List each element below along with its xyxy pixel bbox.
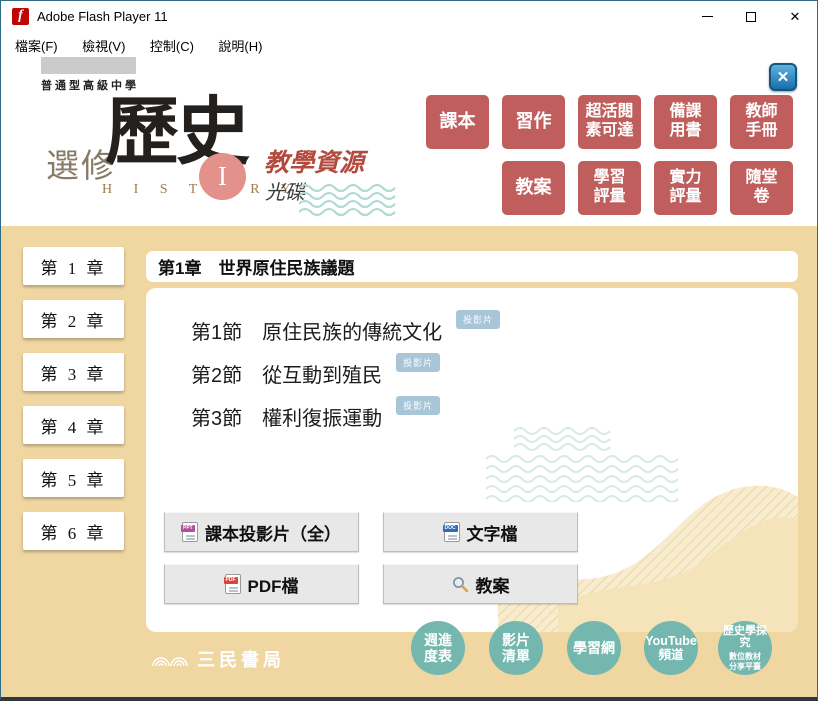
resource-button-learning-assessment[interactable]: 學習 評量: [578, 161, 641, 215]
section-number: 第3節: [191, 408, 242, 430]
youtube-channel-circle[interactable]: YouTube 頻道: [644, 621, 698, 675]
file-button-label: 課本投影片（全）: [205, 520, 341, 545]
section-item-3[interactable]: 第3節權利復振運動投影片: [191, 402, 440, 431]
circle-label: 歷史學探究: [718, 625, 772, 650]
sidebar-item-chapter-4[interactable]: 第 4 章: [23, 406, 124, 444]
lesson-plan-search-button[interactable]: 教案: [383, 564, 578, 604]
file-button-label: 教案: [476, 572, 510, 597]
section-title: 從互動到殖民: [262, 365, 382, 387]
resource-button-teacher-manual[interactable]: 教師 手冊: [730, 95, 793, 149]
section-number: 第2節: [191, 365, 242, 387]
flash-icon: f: [12, 8, 29, 25]
volume-badge: I: [199, 153, 246, 200]
maximize-button[interactable]: [729, 1, 773, 32]
section-item-2[interactable]: 第2節從互動到殖民投影片: [191, 359, 440, 388]
file-button-label: 文字檔: [467, 520, 518, 545]
menu-view[interactable]: 檢視(V): [72, 32, 135, 59]
close-icon: ✕: [790, 9, 801, 25]
circle-label: YouTube 頻道: [645, 634, 697, 663]
resource-button-reading[interactable]: 超活閱 素可達: [578, 95, 641, 149]
banner: 普通型高級中學 選修 歷史 H I S T O R Y I 教學資源 光碟 ✕ …: [1, 56, 817, 226]
history-inquiry-circle[interactable]: 歷史學探究 數位教材 分享平臺: [718, 621, 772, 675]
chapter-heading: 第1章 世界原住民族議題: [146, 251, 798, 282]
menu-control[interactable]: 控制(C): [140, 32, 204, 59]
wave-decoration-large: [486, 454, 681, 502]
ppt-file-icon: PPT: [182, 522, 198, 542]
sidebar-item-chapter-2[interactable]: 第 2 章: [23, 300, 124, 338]
search-icon: [452, 576, 469, 593]
circle-label: 學習網: [573, 640, 615, 656]
resource-button-workbook[interactable]: 習作: [502, 95, 565, 149]
resource-label-1: 教學資源: [264, 143, 364, 179]
menu-bar: 檔案(F) 檢視(V) 控制(C) 說明(H): [1, 32, 817, 56]
publisher-logo-placeholder: [41, 57, 136, 74]
slides-tag[interactable]: 投影片: [396, 353, 440, 372]
publisher-name: 三民書局: [197, 646, 285, 672]
sidebar-item-chapter-5[interactable]: 第 5 章: [23, 459, 124, 497]
minimize-button[interactable]: [685, 1, 729, 32]
window-title: Adobe Flash Player 11: [37, 9, 168, 24]
section-number: 第1節: [191, 322, 242, 344]
maximize-icon: [746, 12, 756, 22]
video-list-circle[interactable]: 影片 清單: [489, 621, 543, 675]
arches-icon: [151, 652, 191, 667]
circle-label: 週進 度表: [424, 632, 452, 664]
content-panel: 第1節原住民族的傳統文化投影片 第2節從互動到殖民投影片 第3節權利復振運動投影…: [146, 288, 798, 632]
resource-button-lesson-plan[interactable]: 教案: [502, 161, 565, 215]
learning-site-circle[interactable]: 學習網: [567, 621, 621, 675]
school-type-label: 普通型高級中學: [41, 77, 139, 93]
menu-help[interactable]: 說明(H): [208, 32, 272, 59]
dialog-close-button[interactable]: ✕: [769, 63, 797, 91]
resource-button-textbook[interactable]: 課本: [426, 95, 489, 149]
minimize-icon: [702, 16, 713, 17]
wave-decoration-small: [514, 426, 619, 452]
weekly-schedule-circle[interactable]: 週進 度表: [411, 621, 465, 675]
sidebar-item-chapter-1[interactable]: 第 1 章: [23, 247, 124, 285]
resource-button-quiz-sheet[interactable]: 隨堂 卷: [730, 161, 793, 215]
section-item-1[interactable]: 第1節原住民族的傳統文化投影片: [191, 316, 500, 345]
slides-tag[interactable]: 投影片: [396, 396, 440, 415]
flash-player-window: f Adobe Flash Player 11 ✕ 檔案(F) 檢視(V) 控制…: [0, 0, 818, 701]
text-file-button[interactable]: DOC 文字檔: [383, 512, 578, 552]
close-button[interactable]: ✕: [773, 1, 817, 32]
textbook-slides-button[interactable]: PPT 課本投影片（全）: [164, 512, 359, 552]
file-button-label: PDF檔: [248, 572, 299, 597]
sidebar-item-chapter-6[interactable]: 第 6 章: [23, 512, 124, 550]
section-title: 原住民族的傳統文化: [262, 322, 442, 344]
resource-button-prep-book[interactable]: 備課 用書: [654, 95, 717, 149]
title-bar: f Adobe Flash Player 11 ✕: [1, 1, 817, 32]
menu-file[interactable]: 檔案(F): [5, 32, 68, 59]
pdf-file-button[interactable]: PDF PDF檔: [164, 564, 359, 604]
slides-tag[interactable]: 投影片: [456, 310, 500, 329]
pdf-file-icon: PDF: [225, 574, 241, 594]
main-area: 第 1 章 第 2 章 第 3 章 第 4 章 第 5 章 第 6 章 第1章 …: [1, 226, 817, 698]
wave-decoration: [299, 184, 409, 216]
publisher-logo: 三民書局: [151, 646, 285, 672]
doc-file-icon: DOC: [444, 522, 460, 542]
circle-label: 影片 清單: [502, 632, 530, 664]
sidebar-item-chapter-3[interactable]: 第 3 章: [23, 353, 124, 391]
circle-sublabel: 數位教材 分享平臺: [729, 652, 761, 671]
section-title: 權利復振運動: [262, 408, 382, 430]
resource-button-ability-assessment[interactable]: 實力 評量: [654, 161, 717, 215]
